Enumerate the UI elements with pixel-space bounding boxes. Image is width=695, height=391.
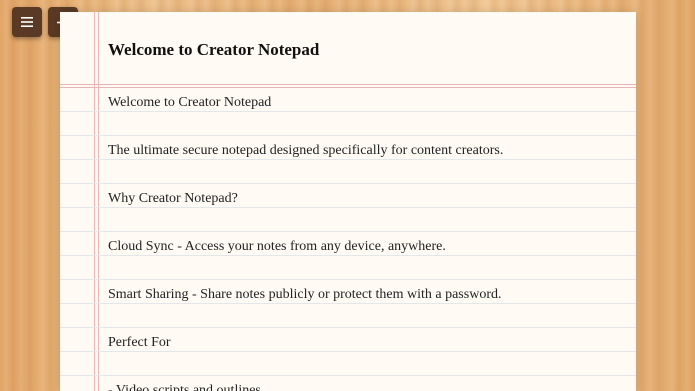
note-header: Welcome to Creator Notepad (60, 12, 636, 88)
note-paper: Welcome to Creator Notepad Welcome to Cr… (60, 12, 636, 391)
note-title[interactable]: Welcome to Creator Notepad (108, 40, 319, 60)
note-line: Perfect For (108, 335, 171, 350)
note-body[interactable]: Welcome to Creator Notepad The ultimate … (60, 88, 636, 391)
note-line: Smart Sharing - Share notes publicly or … (108, 287, 502, 302)
note-line: Cloud Sync - Access your notes from any … (108, 239, 446, 254)
menu-button[interactable] (12, 7, 42, 37)
note-line: Welcome to Creator Notepad (108, 95, 272, 110)
note-line: Why Creator Notepad? (108, 191, 238, 206)
note-line: The ultimate secure notepad designed spe… (108, 143, 504, 158)
hamburger-menu-icon (21, 17, 33, 27)
note-line: - Video scripts and outlines (108, 383, 261, 391)
